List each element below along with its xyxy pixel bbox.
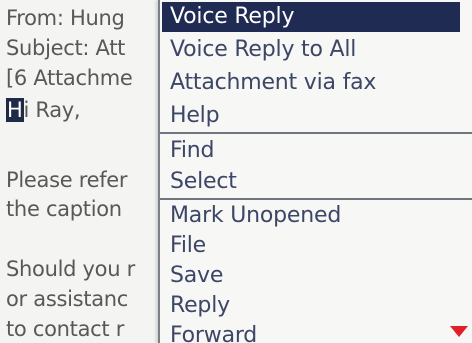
scroll-down-arrow-icon[interactable] [450, 326, 468, 337]
menu-separator [160, 132, 472, 134]
menu-item-voice-reply[interactable]: Voice Reply [162, 2, 460, 32]
context-menu: Voice Reply Voice Reply to All Attachmen… [158, 0, 472, 343]
menu-item-mark-unopened[interactable]: Mark Unopened [160, 201, 472, 230]
email-attachments-line: [6 Attachme [6, 66, 133, 90]
menu-item-find[interactable]: Find [160, 136, 472, 165]
email-body: From: Hung Subject: Att [6 Attachme Hi R… [0, 0, 160, 343]
menu-item-voice-reply-to-all[interactable]: Voice Reply to All [160, 35, 472, 64]
menu-separator [160, 198, 472, 200]
menu-item-file[interactable]: File [160, 231, 472, 260]
email-from-line: From: Hung [6, 6, 125, 30]
menu-item-reply[interactable]: Reply [160, 291, 472, 320]
menu-item-select[interactable]: Select [160, 167, 472, 196]
menu-item-forward[interactable]: Forward [160, 321, 472, 343]
email-body-line: the caption [6, 197, 122, 221]
email-body-line: Should you r [6, 257, 135, 281]
email-body-line: to contact r [6, 317, 125, 341]
text-cursor: H [6, 98, 24, 122]
email-greeting-line: Hi Ray, [6, 97, 81, 123]
email-body-line: or assistanc [6, 287, 129, 311]
menu-item-help[interactable]: Help [160, 101, 472, 130]
menu-item-save[interactable]: Save [160, 261, 472, 290]
email-body-line: Please refer [6, 168, 128, 192]
email-greeting-text: i Ray, [23, 98, 81, 122]
menu-item-attachment-via-fax[interactable]: Attachment via fax [160, 68, 472, 97]
email-subject-line: Subject: Att [6, 36, 126, 60]
